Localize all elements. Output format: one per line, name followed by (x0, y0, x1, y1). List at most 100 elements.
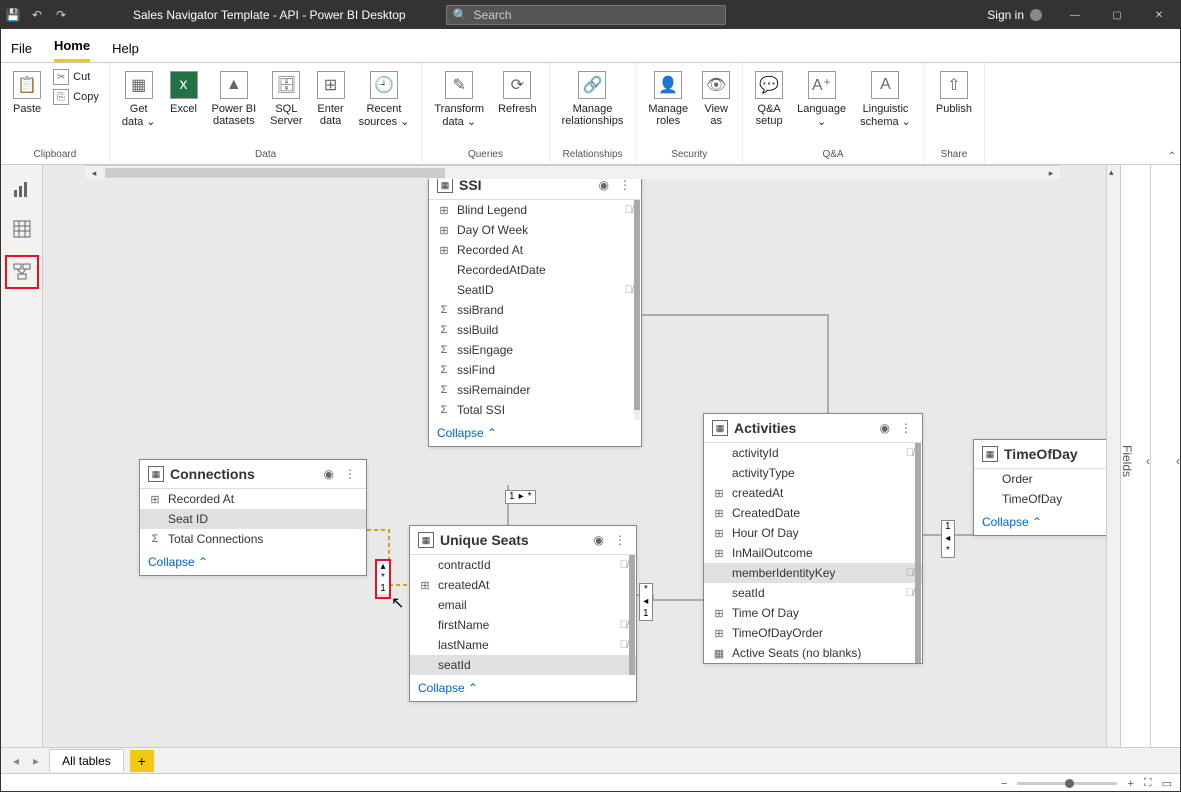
tab-home[interactable]: Home (54, 38, 90, 62)
table-field[interactable]: activityType (704, 463, 922, 483)
collapse-ribbon-icon[interactable]: ⌃ (1168, 151, 1176, 162)
collapse-link[interactable]: Collapse ⌃ (410, 675, 636, 701)
table-field[interactable]: ΣssiEngage (429, 340, 641, 360)
table-field[interactable]: ⊞Blind Legend👁̸ (429, 200, 641, 220)
qa-setup-button[interactable]: 💬Q&A setup (749, 67, 789, 131)
table-field[interactable]: ΣssiFind (429, 360, 641, 380)
fields-panel-tab[interactable]: Fields (1118, 437, 1136, 485)
model-canvas[interactable]: 1▸* *◂1 1◂* ▴*1 ↖ ▦SSI◉⋮ ⊞Blind Legend👁̸… (43, 165, 1120, 747)
table-field[interactable]: ⊞CreatedDate (704, 503, 922, 523)
table-field[interactable]: memberIdentityKey👁̸ (704, 563, 922, 583)
chevron-left-icon[interactable]: ‹ (1176, 454, 1180, 468)
canvas-scrollbar[interactable]: ▴ (1106, 165, 1120, 747)
table-field[interactable]: RecordedAtDate (429, 260, 641, 280)
report-view-icon[interactable] (8, 175, 36, 203)
zoom-slider[interactable] (1017, 782, 1117, 785)
table-field[interactable]: activityId👁̸ (704, 443, 922, 463)
visibility-icon[interactable]: ◉ (592, 533, 606, 547)
visibility-icon[interactable]: ◉ (322, 467, 336, 481)
table-field[interactable]: ⊞TimeOfDayOrder (704, 623, 922, 643)
relation-badge[interactable]: *◂1 (639, 583, 653, 621)
copy-button[interactable]: ⎘Copy (49, 87, 103, 107)
fullscreen-icon[interactable]: ▭ (1162, 777, 1172, 790)
table-unique-seats[interactable]: ▦Unique Seats◉⋮ contractId👁̸⊞createdAtem… (409, 525, 637, 702)
table-field[interactable]: lastName👁̸ (410, 635, 636, 655)
pbi-datasets-button[interactable]: ▲Power BI datasets (206, 67, 263, 131)
table-field[interactable]: ⊞createdAt (704, 483, 922, 503)
visibility-icon[interactable]: ◉ (597, 178, 611, 192)
table-field[interactable]: ⊞InMailOutcome (704, 543, 922, 563)
table-field[interactable]: contractId👁̸ (410, 555, 636, 575)
zoom-out-button[interactable]: − (1001, 778, 1007, 790)
table-timeofday[interactable]: ▦TimeOfDay OrderTimeOfDay Collapse ⌃ (973, 439, 1119, 536)
table-field[interactable]: SeatID👁̸ (429, 280, 641, 300)
table-field[interactable]: ⊞Day Of Week (429, 220, 641, 240)
close-button[interactable]: ✕ (1138, 1, 1180, 29)
relation-badge[interactable]: 1◂* (941, 520, 955, 558)
model-view-icon[interactable] (5, 255, 39, 289)
minimize-button[interactable]: — (1054, 1, 1096, 29)
sql-server-button[interactable]: 🗄SQL Server (264, 67, 308, 131)
collapse-link[interactable]: Collapse ⌃ (974, 509, 1118, 535)
search-box[interactable]: 🔍 Search (446, 5, 726, 25)
table-field[interactable]: email (410, 595, 636, 615)
table-field[interactable]: ⊞createdAt (410, 575, 636, 595)
table-field[interactable]: ⊞Hour Of Day (704, 523, 922, 543)
relation-badge-highlighted[interactable]: ▴*1 (375, 559, 391, 599)
language-button[interactable]: A⁺Language ⌄ (791, 67, 852, 132)
table-field[interactable]: ⊞Recorded At (429, 240, 641, 260)
manage-relationships-button[interactable]: 🔗Manage relationships (556, 67, 630, 131)
paste-button[interactable]: 📋Paste (7, 67, 47, 119)
transform-data-button[interactable]: ✎Transform data ⌄ (428, 67, 490, 132)
table-field[interactable]: firstName👁̸ (410, 615, 636, 635)
table-activities[interactable]: ▦Activities◉⋮ activityId👁̸activityType⊞c… (703, 413, 923, 664)
maximize-button[interactable]: ▢ (1096, 1, 1138, 29)
table-field[interactable]: ⊞Recorded At (140, 489, 366, 509)
table-field[interactable]: seatId👁̸ (704, 583, 922, 603)
fit-page-icon[interactable]: ⛶ (1144, 777, 1152, 790)
table-ssi[interactable]: ▦SSI◉⋮ ⊞Blind Legend👁̸⊞Day Of Week⊞Recor… (428, 170, 642, 447)
manage-roles-button[interactable]: 👤Manage roles (642, 67, 694, 131)
more-icon[interactable]: ⋮ (898, 421, 914, 435)
get-data-button[interactable]: ▦Get data ⌄ (116, 67, 162, 132)
table-field[interactable]: Seat ID (140, 509, 366, 529)
excel-button[interactable]: xExcel (164, 67, 204, 119)
more-icon[interactable]: ⋮ (612, 533, 628, 547)
save-icon[interactable]: 💾 (5, 7, 21, 23)
collapse-link[interactable]: Collapse ⌃ (429, 420, 641, 446)
linguistic-schema-button[interactable]: ALinguistic schema ⌄ (854, 67, 917, 132)
table-field[interactable]: ΣssiBuild (429, 320, 641, 340)
more-icon[interactable]: ⋮ (617, 178, 633, 192)
table-field[interactable]: ΣTotal SSI (429, 400, 641, 420)
table-field[interactable]: TimeOfDay (974, 489, 1118, 509)
refresh-button[interactable]: ⟳Refresh (492, 67, 543, 119)
table-field[interactable]: ΣssiBrand (429, 300, 641, 320)
data-view-icon[interactable] (8, 215, 36, 243)
view-as-button[interactable]: 👁View as (696, 67, 736, 131)
table-field[interactable]: ▦Active Seats (no blanks) (704, 643, 922, 663)
table-field[interactable]: ΣTotal Connections (140, 529, 366, 549)
redo-icon[interactable]: ↷ (53, 7, 69, 23)
publish-button[interactable]: ⇧Publish (930, 67, 978, 119)
more-icon[interactable]: ⋮ (342, 467, 358, 481)
add-page-button[interactable]: + (130, 750, 154, 772)
table-field[interactable]: seatId (410, 655, 636, 675)
table-field[interactable]: ⊞Time Of Day (704, 603, 922, 623)
visibility-icon[interactable]: ◉ (878, 421, 892, 435)
relation-badge[interactable]: 1▸* (505, 490, 536, 504)
undo-icon[interactable]: ↶ (29, 7, 45, 23)
table-connections[interactable]: ▦Connections◉⋮ ⊞Recorded AtSeat IDΣTotal… (139, 459, 367, 576)
tab-file[interactable]: File (11, 41, 32, 62)
collapse-link[interactable]: Collapse ⌃ (140, 549, 366, 575)
sign-in[interactable]: Sign in (975, 8, 1054, 22)
table-field[interactable]: Order (974, 469, 1118, 489)
cut-button[interactable]: ✂Cut (49, 67, 103, 87)
tab-nav-prev[interactable]: ◂ (9, 754, 23, 768)
tab-help[interactable]: Help (112, 41, 139, 62)
recent-sources-button[interactable]: 🕘Recent sources ⌄ (353, 67, 416, 132)
canvas-hscroll[interactable]: ◂▸ (85, 165, 1060, 179)
page-tab-all-tables[interactable]: All tables (49, 749, 124, 772)
enter-data-button[interactable]: ⊞Enter data (311, 67, 351, 131)
tab-nav-next[interactable]: ▸ (29, 754, 43, 768)
table-field[interactable]: ΣssiRemainder (429, 380, 641, 400)
